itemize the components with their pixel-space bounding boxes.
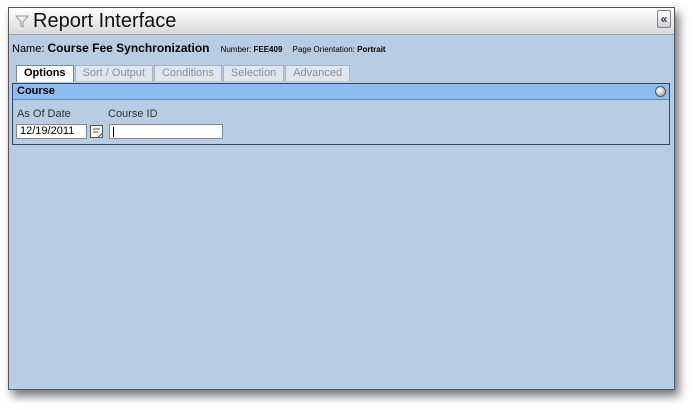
text-cursor (113, 127, 114, 137)
calendar-icon[interactable] (89, 124, 104, 139)
report-name: Course Fee Synchronization (47, 41, 210, 55)
report-interface-window: Report Interface « Name: Course Fee Sync… (8, 7, 675, 390)
panel-toggle-icon[interactable] (655, 86, 666, 97)
collapse-button[interactable]: « (657, 10, 671, 28)
course-id-label: Course ID (108, 108, 158, 120)
course-panel-header: Course (13, 84, 669, 100)
as-of-date-input[interactable]: 12/19/2011 (16, 124, 87, 139)
number-label: Number: (220, 45, 252, 54)
title-bar: Report Interface « (9, 8, 674, 35)
as-of-date-label: As Of Date (17, 108, 71, 120)
report-info: Name: Course Fee Synchronization Number:… (12, 41, 386, 57)
tab-options[interactable]: Options (16, 65, 74, 82)
filter-icon (15, 15, 29, 28)
tab-sort-output[interactable]: Sort / Output (74, 65, 153, 81)
tab-conditions[interactable]: Conditions (153, 65, 222, 81)
orientation-label: Page Orientation: (292, 45, 355, 54)
window-title: Report Interface (33, 10, 177, 32)
course-panel: Course As Of Date Course ID 12/19/2011 (12, 83, 670, 145)
course-panel-title: Course (17, 85, 55, 97)
tab-selection[interactable]: Selection (222, 65, 285, 81)
page-orientation: Portrait (357, 45, 386, 54)
tab-advanced[interactable]: Advanced (285, 65, 351, 81)
tab-bar: Options Sort / Output Conditions Selecti… (16, 65, 351, 82)
name-label: Name: (12, 43, 45, 55)
course-id-input[interactable] (109, 124, 223, 139)
report-number: FEE409 (253, 45, 283, 54)
